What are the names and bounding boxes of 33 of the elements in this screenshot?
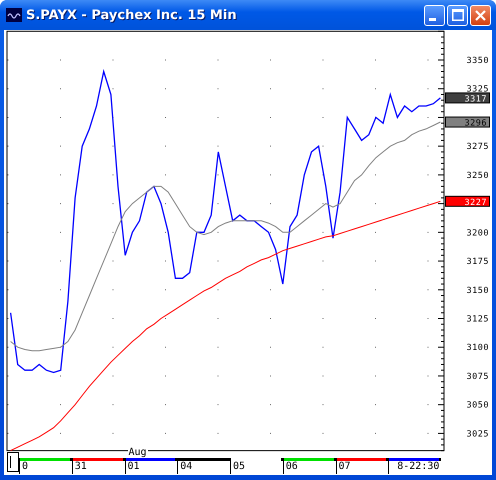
time-label: 05	[232, 461, 246, 473]
time-label: 31	[74, 461, 88, 473]
axis-label: 3050	[466, 400, 489, 411]
close-icon	[475, 10, 486, 20]
axis-label: 3075	[466, 372, 489, 382]
axis-label: 3275	[466, 142, 489, 152]
window-title: S.PAYX - Paychex Inc. 15 Min	[26, 8, 238, 22]
close-button[interactable]	[470, 4, 491, 26]
axis-label: 3100	[466, 343, 489, 354]
app-icon	[6, 8, 22, 22]
axis-label: 3175	[466, 257, 489, 268]
axis-label: 3350	[466, 56, 489, 66]
price-marker: 3296	[445, 116, 490, 129]
minimize-button[interactable]	[424, 4, 445, 26]
maximize-button[interactable]	[447, 4, 468, 26]
time-label: 01	[126, 461, 141, 473]
time-label: 04	[179, 461, 194, 473]
axis-label: 3125	[466, 314, 489, 324]
minimize-icon	[429, 18, 436, 20]
month-label: Aug	[128, 448, 148, 458]
price-marker: 3317	[445, 92, 490, 104]
time-label: 0	[21, 461, 30, 473]
axis-label: 3325	[466, 84, 489, 95]
axis-label: 3250	[466, 170, 489, 181]
price-marker: 3227	[445, 196, 490, 208]
time-label: 07	[338, 461, 352, 473]
maximize-icon	[452, 9, 464, 21]
axis-label: 3200	[466, 228, 489, 238]
time-label: 8-22:30	[396, 461, 440, 473]
axis-label: 3150	[466, 286, 489, 296]
axis-label: 3025	[466, 429, 489, 440]
scroll-box[interactable]	[7, 452, 19, 472]
time-label: 06	[284, 461, 299, 473]
